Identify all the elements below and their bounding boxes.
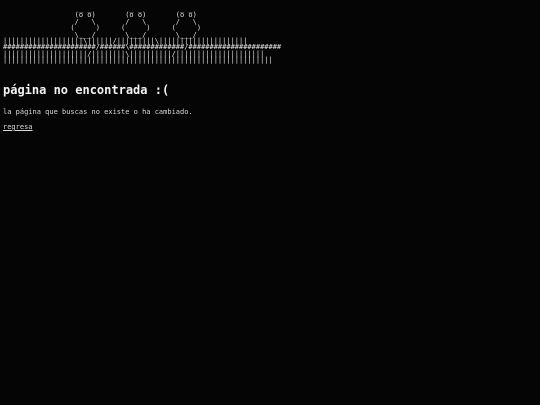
page-title: página no encontrada :( bbox=[3, 83, 170, 97]
error-message: la página que buscas no existe o ha camb… bbox=[3, 108, 193, 116]
back-link[interactable]: regresa bbox=[3, 123, 33, 131]
ascii-art-banner: _ _ _ _ _ _ (o o) (o o) (o o) / \ / \ / … bbox=[3, 5, 282, 65]
